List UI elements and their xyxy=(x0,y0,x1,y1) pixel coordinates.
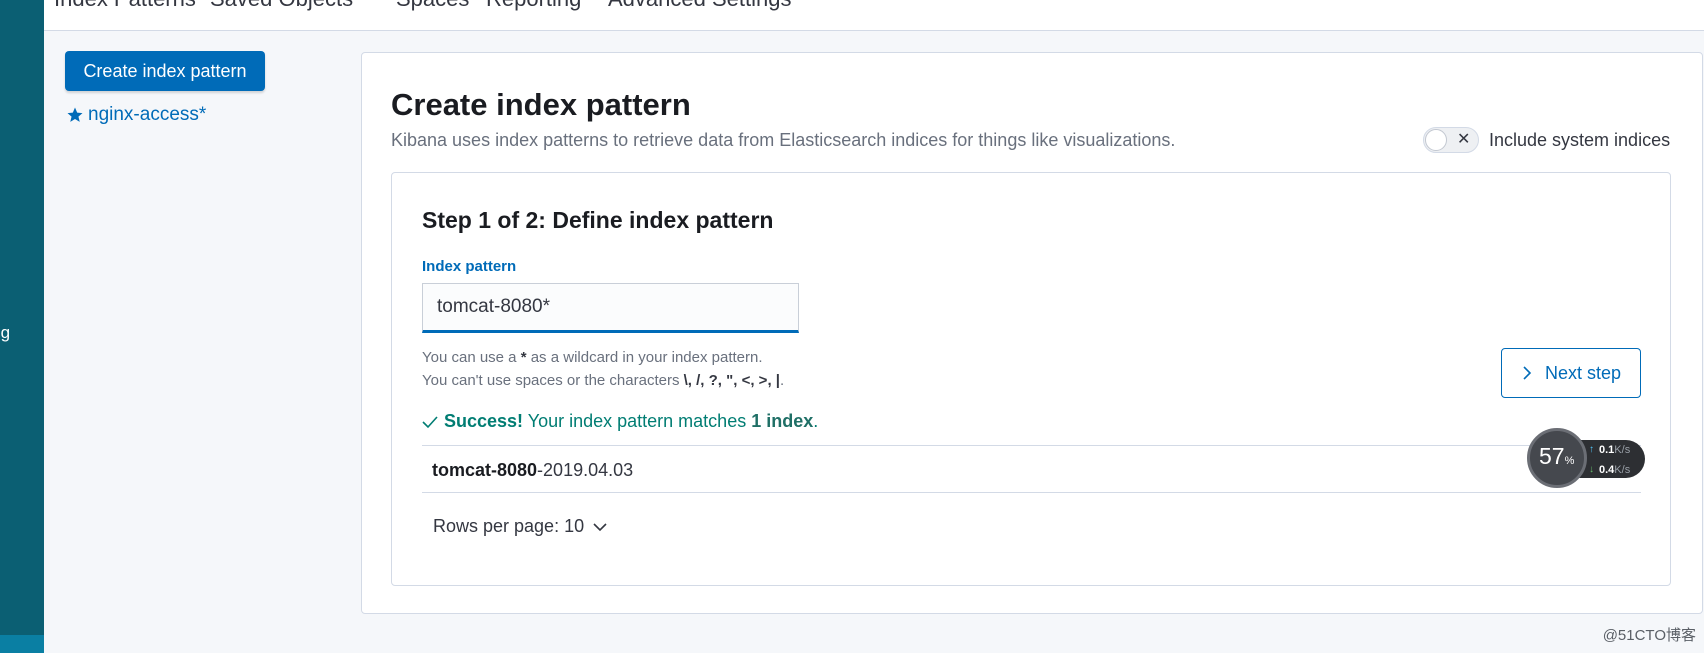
step-title: Step 1 of 2: Define index pattern xyxy=(422,207,774,233)
match-name-bold: tomcat-8080 xyxy=(432,460,538,480)
management-tabs: Index Patterns Saved Objects Spaces Repo… xyxy=(44,0,1704,31)
success-label: Success! xyxy=(444,411,524,431)
create-index-pattern-button[interactable]: Create index pattern xyxy=(65,51,265,91)
help-line2-chars: \, /, ?, ", <, >, | xyxy=(683,372,780,389)
help-line1-suffix: as a wildcard in your index pattern. xyxy=(526,349,763,366)
saved-index-pattern-label: nginx-access* xyxy=(88,104,207,125)
next-step-label: Next step xyxy=(1544,362,1622,383)
usage-percent: 57% xyxy=(1539,443,1574,470)
tab-index-patterns[interactable]: Index Patterns xyxy=(54,0,196,12)
page-title: Create index pattern xyxy=(391,87,691,122)
toggle-label: Include system indices xyxy=(1489,129,1671,150)
usage-percent-sign: % xyxy=(1564,455,1575,467)
saved-index-pattern-link[interactable]: nginx-access* xyxy=(66,104,206,126)
network-speed-widget[interactable]: 57% ↑ 0.1K/s ↓ 0.4K/s xyxy=(1527,428,1645,488)
help-line2-suffix: . xyxy=(779,372,785,389)
chevron-down-icon xyxy=(593,522,607,531)
success-text: Your index pattern matches xyxy=(523,411,752,431)
success-end: . xyxy=(813,411,819,431)
download-speed-unit: K/s xyxy=(1614,464,1631,476)
star-icon xyxy=(67,107,83,122)
usage-percent-value: 57 xyxy=(1539,443,1565,469)
index-pattern-label: Index pattern xyxy=(422,258,517,275)
rows-per-page-label: Rows per page: 10 xyxy=(433,516,585,536)
create-index-pattern-panel: Create index pattern Kibana uses index p… xyxy=(361,52,1703,614)
next-step-button[interactable]: Next step xyxy=(1501,348,1641,398)
tab-advanced-settings[interactable]: Advanced Settings xyxy=(608,0,791,12)
chevron-right-icon xyxy=(1523,366,1532,380)
tab-saved-objects[interactable]: Saved Objects xyxy=(210,0,353,12)
download-arrow-icon: ↓ xyxy=(1589,464,1594,475)
help-line2-prefix: You can't use spaces or the characters xyxy=(422,372,684,389)
toggle-knob xyxy=(1425,129,1447,151)
success-count: 1 index xyxy=(751,411,814,431)
close-icon: ✕ xyxy=(1457,131,1471,148)
check-icon xyxy=(422,415,438,428)
include-system-indices-toggle[interactable]: ✕ Include system indices xyxy=(1423,127,1670,153)
download-speed: 0.4K/s xyxy=(1599,464,1630,476)
tab-reporting[interactable]: Reporting xyxy=(486,0,581,12)
side-nav: ning xyxy=(0,0,44,653)
rows-per-page-selector[interactable]: Rows per page: 10 xyxy=(433,516,608,537)
page-description: Kibana uses index patterns to retrieve d… xyxy=(391,130,1176,150)
toggle-switch[interactable]: ✕ xyxy=(1423,127,1479,153)
upload-speed-value: 0.1 xyxy=(1599,444,1615,456)
match-success-message: Success! Your index pattern matches 1 in… xyxy=(422,411,818,432)
upload-arrow-icon: ↑ xyxy=(1589,444,1594,455)
upload-speed: 0.1K/s xyxy=(1599,444,1630,456)
table-row: tomcat-8080-2019.04.03 xyxy=(422,445,1641,493)
index-pattern-help: You can use a * as a wildcard in your in… xyxy=(422,346,784,392)
help-line1-prefix: You can use a xyxy=(422,349,521,366)
upload-speed-unit: K/s xyxy=(1614,444,1631,456)
index-pattern-input[interactable] xyxy=(422,283,799,333)
download-speed-value: 0.4 xyxy=(1599,464,1615,476)
side-nav-footer xyxy=(0,635,44,653)
match-name-rest: -2019.04.03 xyxy=(537,460,634,480)
step-panel: Step 1 of 2: Define index pattern Index … xyxy=(391,172,1671,586)
side-nav-item-label[interactable]: ning xyxy=(0,323,10,343)
tab-spaces[interactable]: Spaces xyxy=(396,0,469,12)
watermark: @51CTO博客 xyxy=(1602,627,1696,644)
